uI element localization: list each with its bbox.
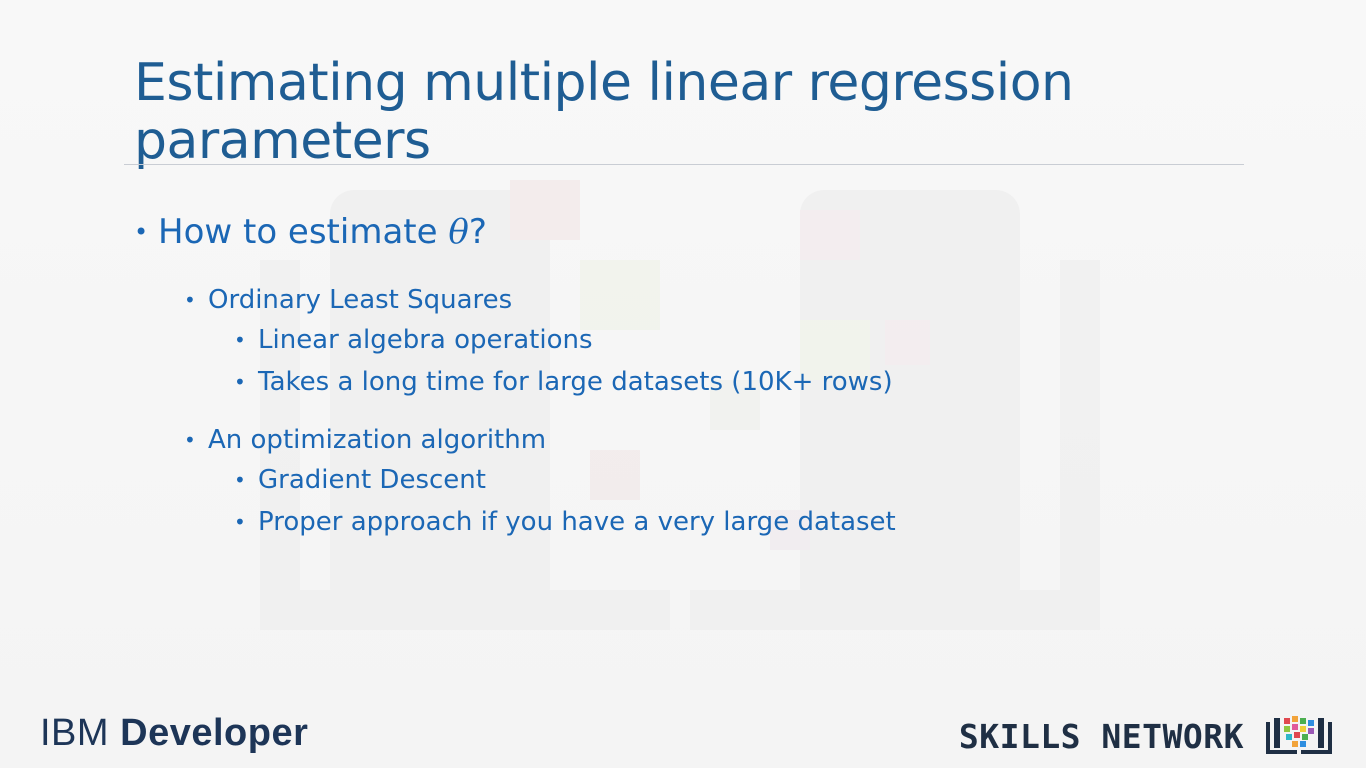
- method-point-text: Proper approach if you have a very large…: [258, 507, 896, 537]
- method-point-text: Gradient Descent: [258, 465, 486, 495]
- theta-symbol: θ: [448, 212, 469, 252]
- title-divider: [124, 164, 1244, 165]
- main-bullet: • How to estimate θ? • Ordinary Least Sq…: [134, 210, 1234, 540]
- bullet-dot-icon: •: [184, 288, 196, 312]
- method-point: • Takes a long time for large datasets (…: [234, 364, 1234, 400]
- bullet-dot-icon: •: [184, 428, 196, 452]
- bullet-dot-icon: •: [234, 370, 246, 394]
- main-bullet-text: How to estimate: [158, 212, 449, 252]
- method-label: An optimization algorithm: [208, 425, 547, 455]
- bullet-dot-icon: •: [234, 328, 246, 352]
- method-label: Ordinary Least Squares: [208, 285, 513, 315]
- bullet-dot-icon: •: [134, 218, 149, 246]
- skills-network-text: SKILLS NETWORK: [958, 716, 1244, 756]
- method-point-text: Takes a long time for large datasets (10…: [258, 367, 893, 397]
- ibm-logo-text: IBM: [40, 712, 110, 754]
- method-point-text: Linear algebra operations: [258, 325, 593, 355]
- ibm-developer-logo: IBM Developer: [40, 712, 308, 755]
- bullet-list: • How to estimate θ? • Ordinary Least Sq…: [134, 210, 1234, 562]
- method-item: • An optimization algorithm • Gradient D…: [184, 422, 1234, 540]
- slide: Estimating multiple linear regression pa…: [0, 0, 1366, 768]
- skills-network-logo: SKILLS NETWORK: [959, 714, 1336, 758]
- bullet-dot-icon: •: [234, 468, 246, 492]
- method-point: • Linear algebra operations: [234, 322, 1234, 358]
- method-item: • Ordinary Least Squares • Linear algebr…: [184, 282, 1234, 400]
- developer-logo-text: Developer: [120, 712, 309, 754]
- slide-title: Estimating multiple linear regression pa…: [134, 53, 1074, 171]
- main-bullet-question: ?: [468, 212, 487, 252]
- method-point: • Proper approach if you have a very lar…: [234, 504, 1234, 540]
- method-point: • Gradient Descent: [234, 462, 1234, 498]
- book-pixels-icon: [1266, 716, 1332, 754]
- bullet-dot-icon: •: [234, 510, 246, 534]
